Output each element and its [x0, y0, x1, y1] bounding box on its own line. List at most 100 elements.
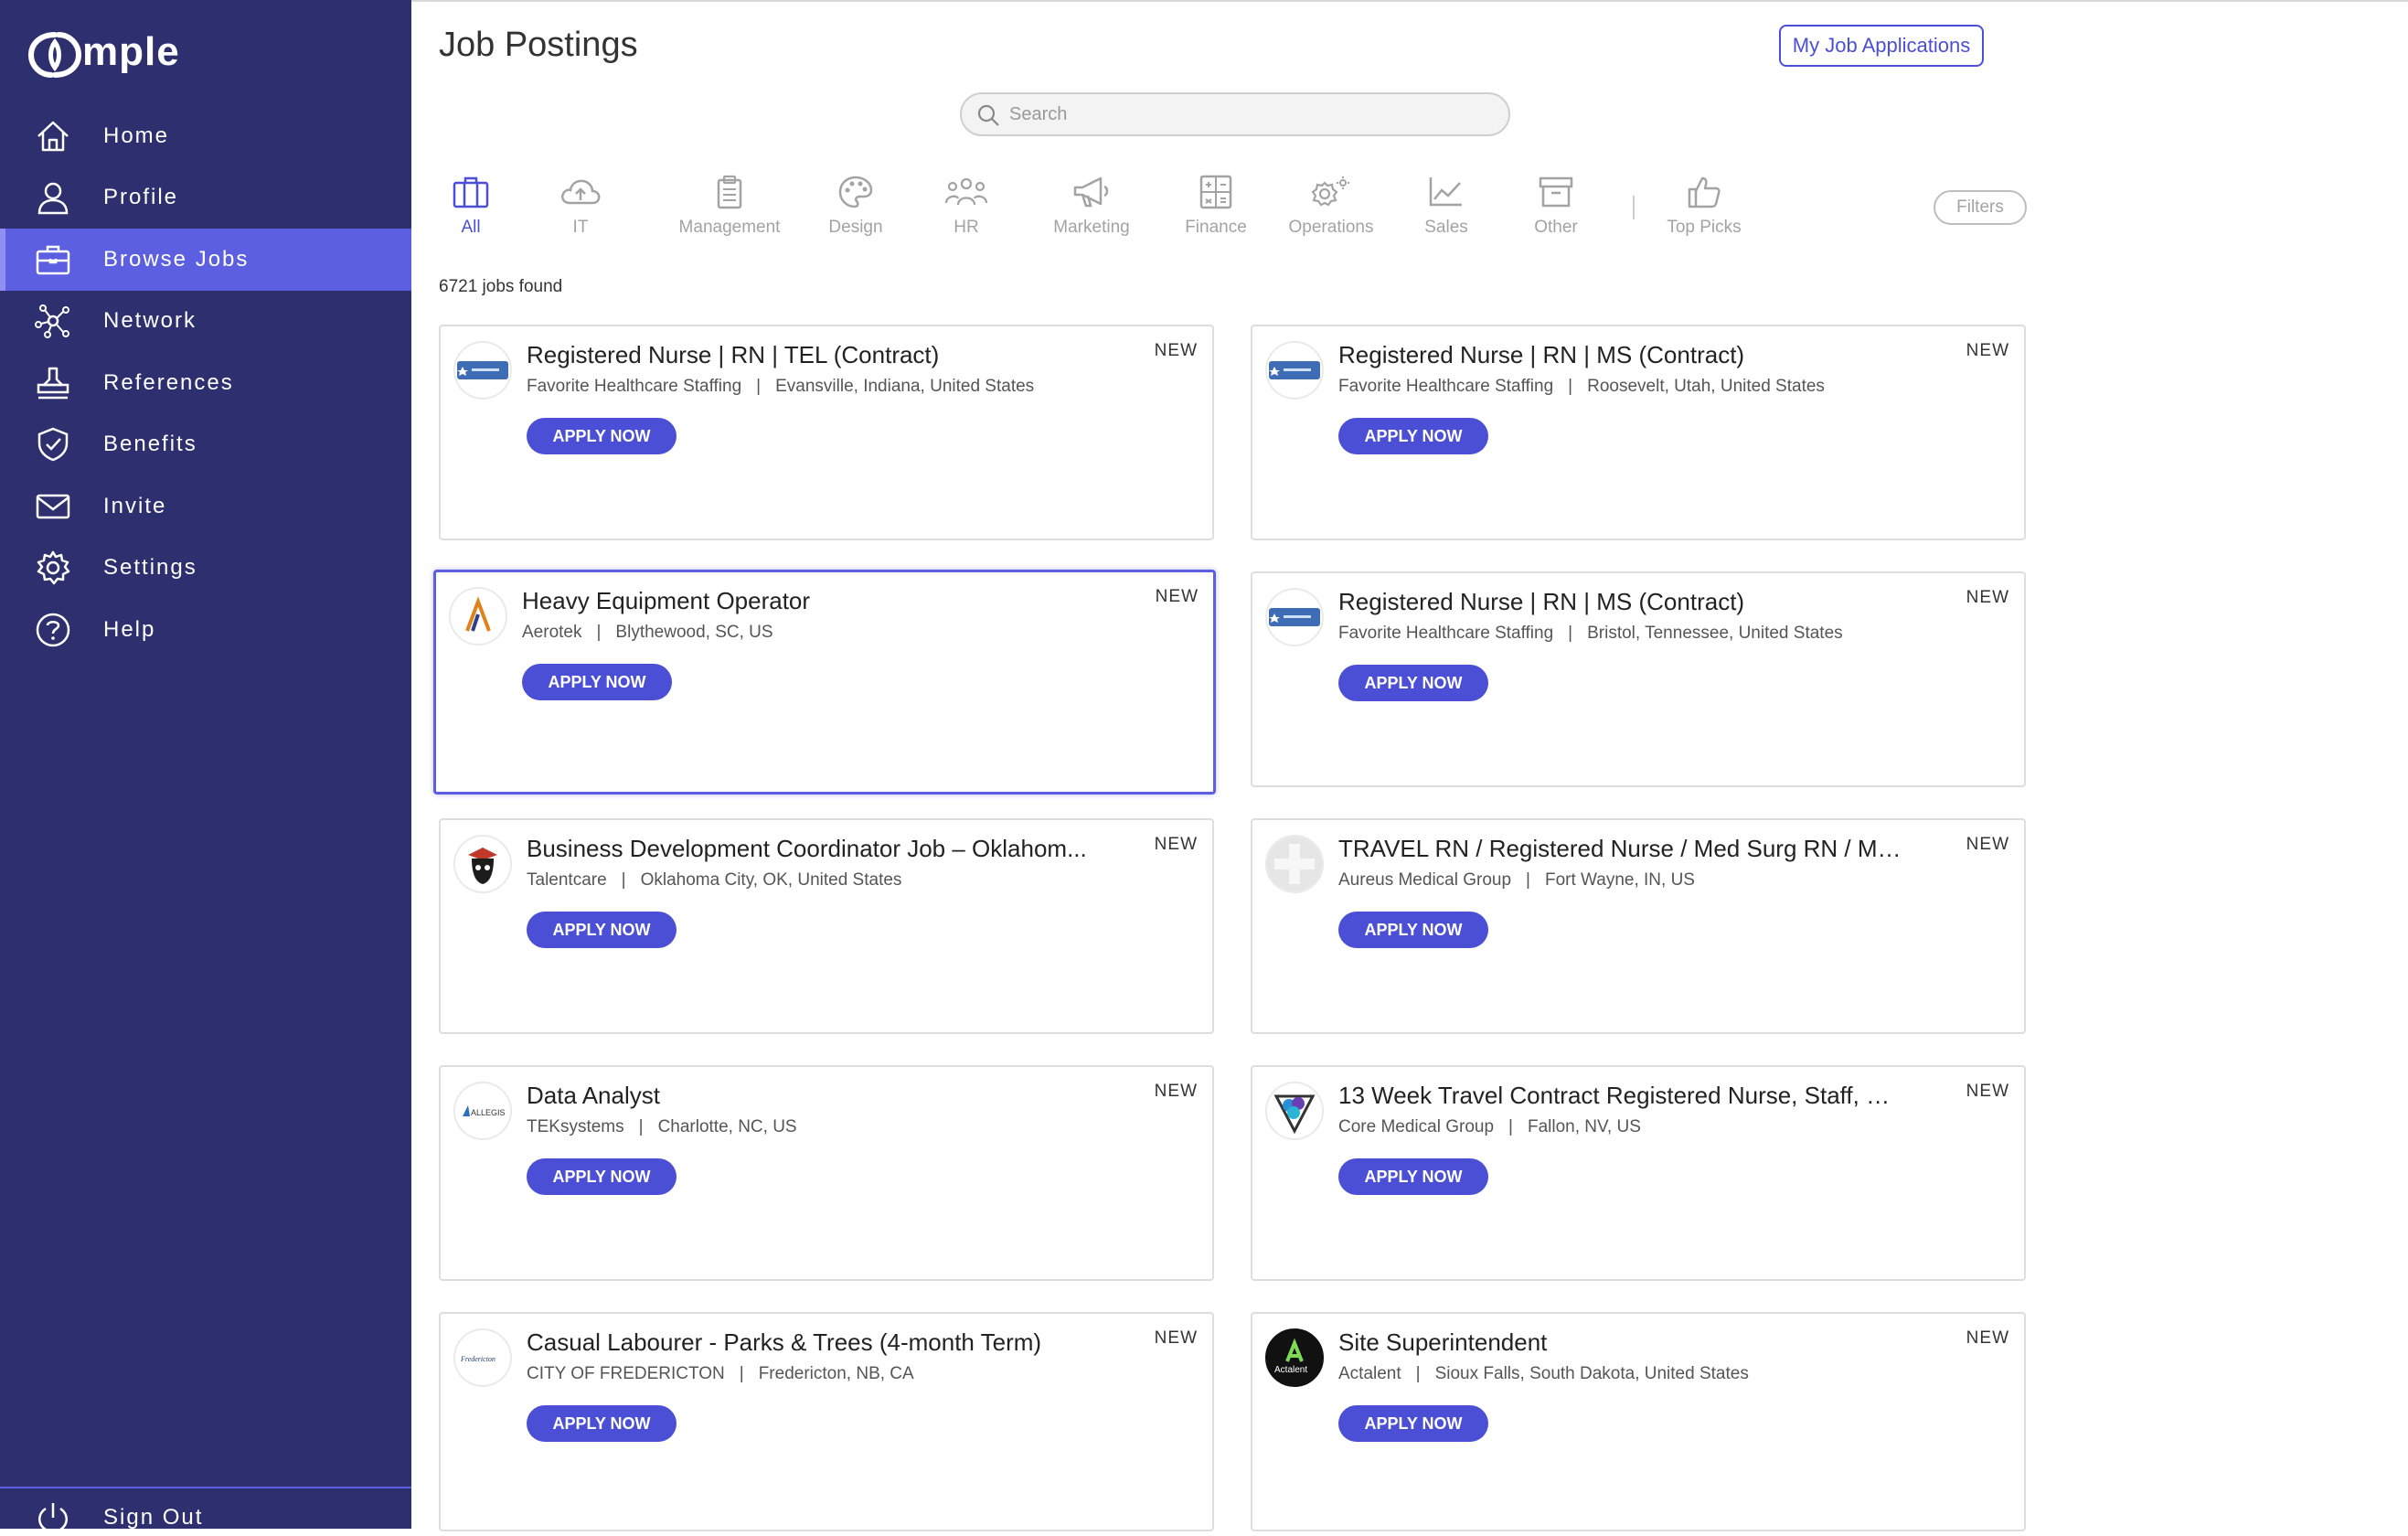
category-label: HR	[954, 218, 979, 237]
job-card[interactable]: 13 Week Travel Contract Registered Nurse…	[1251, 1065, 2026, 1281]
job-meta: TEKsystems | Charlotte, NC, US	[527, 1117, 797, 1137]
category-operations[interactable]: Operations	[1276, 174, 1386, 241]
apply-now-button[interactable]: APPLY NOW	[527, 1158, 677, 1195]
sign-out-button[interactable]: Sign Out	[0, 1488, 411, 1533]
clipboard-icon	[717, 175, 742, 209]
job-location: Oklahoma City, OK, United States	[640, 870, 902, 890]
job-card[interactable]: Fredericton Casual Labourer - Parks & Tr…	[439, 1312, 1214, 1531]
apply-now-button[interactable]: APPLY NOW	[527, 1405, 677, 1442]
sidebar-item-settings[interactable]: Settings	[0, 537, 411, 599]
new-badge: NEW	[1154, 835, 1198, 854]
job-title[interactable]: Site Superintendent	[1338, 1328, 1905, 1357]
envelope-icon	[36, 494, 70, 519]
gears-icon	[1311, 176, 1349, 207]
new-badge: NEW	[1966, 341, 2009, 360]
category-design[interactable]: Design	[819, 174, 892, 241]
core-medical-logo-icon	[1273, 1094, 1316, 1135]
company-logo: Fredericton	[453, 1328, 512, 1387]
my-job-applications-button[interactable]: My Job Applications	[1779, 25, 1984, 67]
category-finance[interactable]: Finance	[1170, 174, 1262, 241]
category-it[interactable]: IT	[549, 174, 613, 241]
apply-now-button[interactable]: APPLY NOW	[1338, 1405, 1488, 1442]
logo-text: mple	[82, 29, 180, 74]
job-meta: Favorite Healthcare Staffing | Bristol, Te…	[1338, 624, 1843, 644]
sidebar-item-invite[interactable]: Invite	[0, 475, 411, 538]
category-sales[interactable]: Sales	[1413, 174, 1479, 241]
company-logo	[1265, 341, 1324, 400]
app-logo[interactable]: mple	[27, 27, 229, 82]
sidebar: mple Home Profile Browse Jobs Network Re…	[0, 0, 411, 1533]
category-label: IT	[572, 218, 589, 237]
category-other[interactable]: Other	[1523, 174, 1589, 241]
category-hr[interactable]: HR	[934, 174, 998, 241]
megaphone-icon	[1073, 176, 1109, 208]
category-label: Sales	[1424, 218, 1468, 237]
apply-now-button[interactable]: APPLY NOW	[527, 418, 677, 454]
fredericton-logo-icon: Fredericton	[460, 1355, 495, 1363]
company-logo	[453, 341, 512, 400]
category-divider	[1633, 196, 1635, 219]
new-badge: NEW	[1154, 1082, 1198, 1101]
job-card[interactable]: Business Development Coordinator Job – O…	[439, 818, 1214, 1034]
job-title[interactable]: Data Analyst	[527, 1082, 1093, 1110]
sidebar-item-benefits[interactable]: Benefits	[0, 413, 411, 475]
company-name: Core Medical Group	[1338, 1117, 1495, 1136]
apply-now-button[interactable]: APPLY NOW	[1338, 418, 1488, 454]
talentcare-logo-icon	[468, 848, 497, 884]
sidebar-item-label: Benefits	[103, 432, 197, 456]
search-icon	[977, 104, 999, 126]
job-card[interactable]: Registered Nurse | RN | TEL (Contract) F…	[439, 325, 1214, 540]
category-label: Other	[1534, 218, 1578, 237]
allegis-logo-icon: ALLEGIS	[463, 1105, 506, 1117]
category-label: Operations	[1288, 218, 1374, 237]
job-title[interactable]: TRAVEL RN / Registered Nurse / Med Surg …	[1338, 835, 1905, 863]
job-card[interactable]: ALLEGIS Data Analyst TEKsystems | Charlott…	[439, 1065, 1214, 1281]
sidebar-item-references[interactable]: References	[0, 352, 411, 414]
category-top-picks[interactable]: Top Picks	[1660, 174, 1748, 241]
category-all[interactable]: All	[439, 174, 503, 241]
job-title[interactable]: Casual Labourer - Parks & Trees (4-month…	[527, 1328, 1093, 1357]
apply-now-button[interactable]: APPLY NOW	[1338, 912, 1488, 948]
apply-now-button[interactable]: APPLY NOW	[522, 664, 672, 700]
job-card[interactable]: Registered Nurse | RN | MS (Contract) Fa…	[1251, 325, 2026, 540]
job-location: Fallon, NV, US	[1527, 1117, 1641, 1136]
job-title[interactable]: Business Development Coordinator Job – O…	[527, 835, 1093, 863]
job-title[interactable]: Registered Nurse | RN | TEL (Contract)	[527, 341, 1093, 369]
sidebar-item-browse-jobs[interactable]: Browse Jobs	[0, 229, 411, 291]
meta-separator: |	[1415, 1364, 1421, 1383]
job-card[interactable]: TRAVEL RN / Registered Nurse / Med Surg …	[1251, 818, 2026, 1034]
job-location: Evansville, Indiana, United States	[775, 377, 1035, 396]
job-title[interactable]: Registered Nurse | RN | MS (Contract)	[1338, 341, 1905, 369]
job-card[interactable]: Actalent Site Superintendent Actalent | Si…	[1251, 1312, 2026, 1531]
sidebar-item-help[interactable]: Help	[0, 599, 411, 661]
allegis-logo-text: ALLEGIS	[471, 1108, 506, 1117]
apply-now-button[interactable]: APPLY NOW	[1338, 665, 1488, 701]
sidebar-item-profile[interactable]: Profile	[0, 166, 411, 229]
job-meta: Aureus Medical Group | Fort Wayne, IN, US	[1338, 870, 1695, 891]
palette-icon	[838, 176, 873, 208]
new-badge: NEW	[1154, 1328, 1198, 1348]
actalent-logo-text: Actalent	[1274, 1365, 1307, 1375]
sidebar-item-network[interactable]: Network	[0, 290, 411, 352]
company-logo	[453, 835, 512, 893]
search-bar[interactable]	[960, 92, 1510, 136]
meta-separator: |	[638, 1117, 644, 1136]
stamp-icon	[37, 367, 69, 400]
people-icon	[944, 177, 988, 206]
job-title[interactable]: Heavy Equipment Operator	[522, 587, 1089, 615]
search-input[interactable]	[1007, 98, 1486, 131]
filters-button[interactable]: Filters	[1934, 190, 2027, 225]
aureus-logo-icon	[1267, 837, 1322, 891]
apply-now-button[interactable]: APPLY NOW	[1338, 1158, 1488, 1195]
category-marketing[interactable]: Marketing	[1040, 174, 1143, 241]
apply-now-button[interactable]: APPLY NOW	[527, 912, 677, 948]
category-management[interactable]: Management	[667, 174, 792, 241]
job-card[interactable]: Registered Nurse | RN | MS (Contract) Fa…	[1251, 571, 2026, 787]
job-meta: Aerotek | Blythewood, SC, US	[522, 623, 773, 643]
job-meta: Favorite Healthcare Staffing | Roosevelt, …	[1338, 377, 1825, 397]
job-card-selected[interactable]: Heavy Equipment Operator Aerotek | Blythew…	[433, 570, 1216, 795]
job-title[interactable]: 13 Week Travel Contract Registered Nurse…	[1338, 1082, 1905, 1110]
sidebar-item-home[interactable]: Home	[0, 105, 411, 167]
question-icon	[36, 613, 70, 647]
job-title[interactable]: Registered Nurse | RN | MS (Contract)	[1338, 588, 1905, 616]
